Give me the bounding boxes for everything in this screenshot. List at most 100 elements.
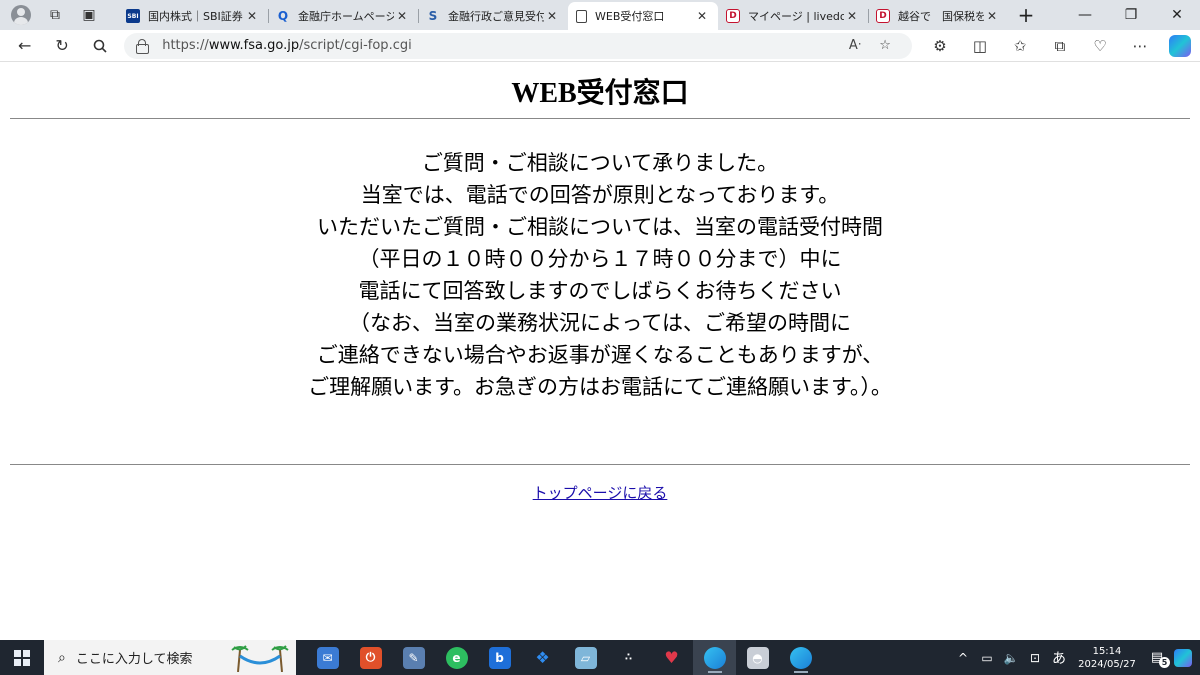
url-path: /script/cgi-fop.cgi: [299, 38, 412, 53]
taskbar-app-edge[interactable]: [779, 640, 822, 675]
copilot-icon: [1169, 34, 1192, 57]
address-toolbar: ← ↻ https://www.fsa.go.jp/script/cgi-fop…: [0, 30, 1200, 62]
taskbar-app-heart[interactable]: ♥: [650, 640, 693, 675]
page-title: WEB受付窓口: [511, 78, 689, 109]
browser-essentials-icon[interactable]: ♡: [1080, 31, 1120, 61]
taskbar-app-notes[interactable]: ▱: [564, 640, 607, 675]
address-bar[interactable]: https://www.fsa.go.jp/script/cgi-fop.cgi…: [124, 32, 913, 59]
copilot-button[interactable]: [1160, 31, 1200, 61]
tab-actions-button[interactable]: ▣: [76, 2, 102, 28]
taskbar-app-evernote[interactable]: e: [435, 640, 478, 675]
close-icon[interactable]: ✕: [694, 9, 710, 23]
paint-icon: ✎: [402, 646, 425, 669]
taskbar-apps: ✉ ⏻ ✎ e b ❖ ▱ ∴ ♥ ◓: [306, 640, 822, 675]
tab-web-reception[interactable]: WEB受付窓口 ✕: [568, 2, 718, 30]
dropbox-icon: ❖: [535, 648, 550, 667]
close-icon[interactable]: ✕: [544, 9, 560, 23]
battery-icon[interactable]: ▭: [978, 651, 996, 665]
taskbar-app-edge-active[interactable]: [693, 640, 736, 675]
taskbar-app-dropbox[interactable]: ❖: [521, 640, 564, 675]
tab-strip-controls: ⧉ ▣: [0, 0, 118, 30]
tab-title: マイページ | livedoor B: [748, 10, 844, 23]
restore-icon[interactable]: ❐: [1108, 0, 1154, 30]
tab-fsa-home[interactable]: Q 金融庁ホームページ - S ✕: [268, 2, 418, 30]
close-icon[interactable]: ✕: [844, 9, 860, 23]
tab-title: 金融行政ご意見受付: [448, 10, 544, 23]
close-window-icon[interactable]: ✕: [1154, 0, 1200, 30]
url-prefix: https://: [162, 38, 209, 53]
copilot-icon[interactable]: [1174, 648, 1192, 667]
toolbar-actions: ⚙ ◫ ✩ ⧉ ♡ ⋯: [920, 31, 1200, 61]
read-aloud-icon[interactable]: Aᐧ: [840, 38, 870, 53]
split-screen-icon[interactable]: ◫: [960, 31, 1000, 61]
livedoor-icon: D: [876, 9, 890, 23]
close-icon[interactable]: ✕: [244, 9, 260, 23]
start-button[interactable]: [0, 640, 44, 675]
favorite-star-icon[interactable]: ☆: [870, 38, 900, 53]
taskbar-app-b[interactable]: b: [478, 640, 521, 675]
taskbar-search-placeholder: ここに入力して検索: [75, 652, 193, 667]
search-icon: ⌕: [58, 649, 66, 666]
taskbar-app-paint[interactable]: ✎: [392, 640, 435, 675]
dots-icon: ∴: [625, 652, 632, 663]
message-line: （なお、当室の業務状況によっては、ご希望の時間に: [349, 311, 851, 335]
notifications-button[interactable]: ▤ 5: [1146, 648, 1170, 668]
favorites-icon[interactable]: ✩: [1000, 31, 1040, 61]
close-icon[interactable]: ✕: [394, 9, 410, 23]
clock[interactable]: 15:14 2024/05/27: [1074, 645, 1140, 671]
notes-icon: ▱: [574, 646, 597, 669]
network-icon[interactable]: ⊡: [1026, 651, 1044, 665]
hammock-palm-icon: [231, 645, 289, 672]
minimize-icon[interactable]: —: [1062, 0, 1108, 30]
profile-avatar-icon: [11, 5, 31, 25]
message-line: ご連絡できない場合やお返事が遅くなることもありますが、: [316, 343, 884, 367]
more-icon[interactable]: ⋯: [1120, 31, 1160, 61]
close-icon[interactable]: ✕: [984, 9, 1000, 23]
volume-icon[interactable]: 🔈: [1002, 651, 1020, 665]
mascot-icon: ◓: [746, 646, 769, 669]
power-icon: ⏻: [359, 646, 382, 669]
taskbar-app-mascot[interactable]: ◓: [736, 640, 779, 675]
back-button[interactable]: ←: [6, 31, 43, 61]
tab-sbi[interactable]: SBI 国内株式｜SBI証券 ✕: [118, 2, 268, 30]
clock-date: 2024/05/27: [1078, 658, 1136, 670]
lock-icon: [136, 39, 150, 54]
mail-icon: ✉: [316, 646, 339, 669]
chevron-up-icon[interactable]: ^: [954, 651, 972, 665]
tab-fsa-opinion[interactable]: S 金融行政ご意見受付 ✕: [418, 2, 568, 30]
taskbar-search[interactable]: ⌕ ここに入力して検索: [44, 640, 296, 675]
profile-button[interactable]: [8, 2, 34, 28]
plus-icon: +: [1017, 3, 1035, 27]
tab-livedoor-mypage[interactable]: D マイページ | livedoor B ✕: [718, 2, 868, 30]
ime-indicator[interactable]: あ: [1050, 648, 1068, 668]
bottom-divider: [10, 464, 1190, 465]
tab-title: 越谷で 国保税を: [898, 10, 984, 23]
message-line: ご理解願います。お急ぎの方はお電話にてご連絡願います。）。: [308, 375, 892, 399]
fsa-icon: S: [428, 9, 438, 23]
tab-title: 金融庁ホームページ - S: [298, 10, 394, 23]
message-line: 当室では、電話での回答が原則となっております。: [360, 183, 840, 207]
arrow-left-icon: ←: [18, 36, 32, 55]
tab-title: 国内株式｜SBI証券: [148, 10, 243, 23]
livedoor-icon: D: [726, 9, 740, 23]
extensions-icon[interactable]: ⚙: [920, 31, 960, 61]
taskbar-app-power[interactable]: ⏻: [349, 640, 392, 675]
refresh-icon: ↻: [55, 36, 69, 55]
search-button[interactable]: [81, 31, 118, 61]
taskbar-app-mail[interactable]: ✉: [306, 640, 349, 675]
back-to-top-link[interactable]: トップページに戻る: [533, 484, 668, 502]
url-text[interactable]: https://www.fsa.go.jp/script/cgi-fop.cgi: [162, 38, 840, 53]
refresh-button[interactable]: ↻: [43, 31, 80, 61]
window-controls: — ❐ ✕: [1062, 0, 1200, 30]
search-icon: [93, 39, 107, 53]
sbi-icon: SBI: [126, 9, 140, 23]
url-host: www.fsa.go.jp: [208, 38, 300, 53]
new-tab-button[interactable]: +: [1008, 0, 1044, 30]
workspaces-button[interactable]: ⧉: [42, 2, 68, 28]
windows-taskbar: ⌕ ここに入力して検索 ✉ ⏻ ✎ e b ❖ ▱ ∴ ♥ ◓ ^ ▭ 🔈 ⊡ …: [0, 640, 1200, 675]
document-icon: [576, 9, 587, 23]
tab-koshigaya[interactable]: D 越谷で 国保税を ✕: [868, 2, 1008, 30]
taskbar-app-misc[interactable]: ∴: [607, 640, 650, 675]
search-icon: Q: [277, 9, 289, 23]
collections-icon[interactable]: ⧉: [1040, 31, 1080, 61]
